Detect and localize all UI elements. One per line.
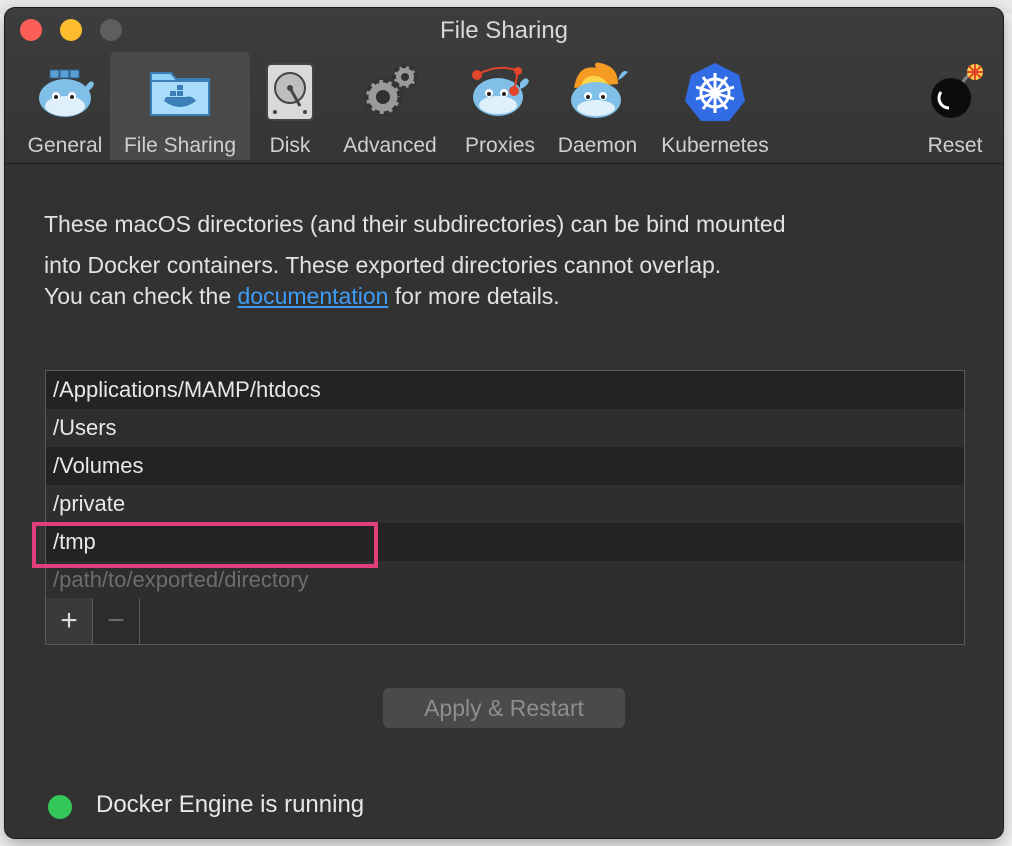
description-text-after: for more details. — [388, 283, 560, 309]
tab-label: General — [27, 134, 103, 157]
remove-directory-button[interactable]: − — [93, 598, 140, 644]
disk-icon — [258, 60, 322, 124]
tab-kubernetes[interactable]: Kubernetes — [650, 52, 780, 160]
tab-disk[interactable]: Disk — [255, 52, 325, 160]
status-indicator-icon — [48, 795, 72, 819]
tab-label: File Sharing — [123, 134, 237, 157]
list-item[interactable]: /Volumes — [46, 447, 964, 485]
status-text: Docker Engine is running — [96, 791, 365, 818]
description-line: You can check the documentation for more… — [44, 280, 944, 313]
folder-whale-icon — [148, 60, 212, 124]
apply-restart-button[interactable]: Apply & Restart — [383, 688, 625, 728]
kubernetes-icon — [683, 60, 747, 124]
tab-advanced[interactable]: Advanced — [330, 52, 450, 160]
preferences-window: File Sharing General File Sharing Disk A… — [5, 8, 1003, 838]
tab-label: Reset — [927, 134, 983, 157]
tab-label: Kubernetes — [661, 134, 769, 157]
gears-icon — [358, 60, 422, 124]
tab-label: Disk — [269, 134, 311, 157]
tab-reset[interactable]: Reset — [915, 52, 995, 160]
description-text-before: You can check the — [44, 283, 238, 309]
tab-file-sharing[interactable]: File Sharing — [110, 52, 250, 160]
description-text: These macOS directories (and their subdi… — [44, 204, 944, 313]
tab-daemon[interactable]: Daemon — [550, 52, 645, 160]
tab-proxies[interactable]: Proxies — [450, 52, 550, 160]
add-directory-button[interactable]: + — [46, 598, 93, 644]
list-item[interactable]: /Applications/MAMP/htdocs — [46, 371, 964, 409]
tab-general[interactable]: General — [15, 52, 115, 160]
list-item[interactable]: /Users — [46, 409, 964, 447]
whale-proxies-icon — [468, 60, 532, 124]
window-title: File Sharing — [439, 17, 569, 44]
file-sharing-pane: These macOS directories (and their subdi… — [5, 164, 1003, 838]
description-line: into Docker containers. These exported d… — [44, 252, 722, 278]
whale-daemon-icon — [566, 60, 630, 124]
list-item[interactable]: /private — [46, 485, 964, 523]
title-bar: File Sharing General File Sharing Disk A… — [5, 8, 1003, 164]
bomb-icon — [923, 60, 987, 124]
tab-label: Advanced — [343, 134, 437, 157]
whale-general-icon — [33, 60, 97, 124]
annotation-highlight — [32, 522, 378, 568]
description-line: These macOS directories (and their subdi… — [44, 211, 786, 237]
tab-label: Daemon — [557, 134, 638, 157]
documentation-link[interactable]: documentation — [238, 283, 389, 309]
tab-label: Proxies — [464, 134, 536, 157]
list-button-bar: + − — [45, 598, 965, 645]
